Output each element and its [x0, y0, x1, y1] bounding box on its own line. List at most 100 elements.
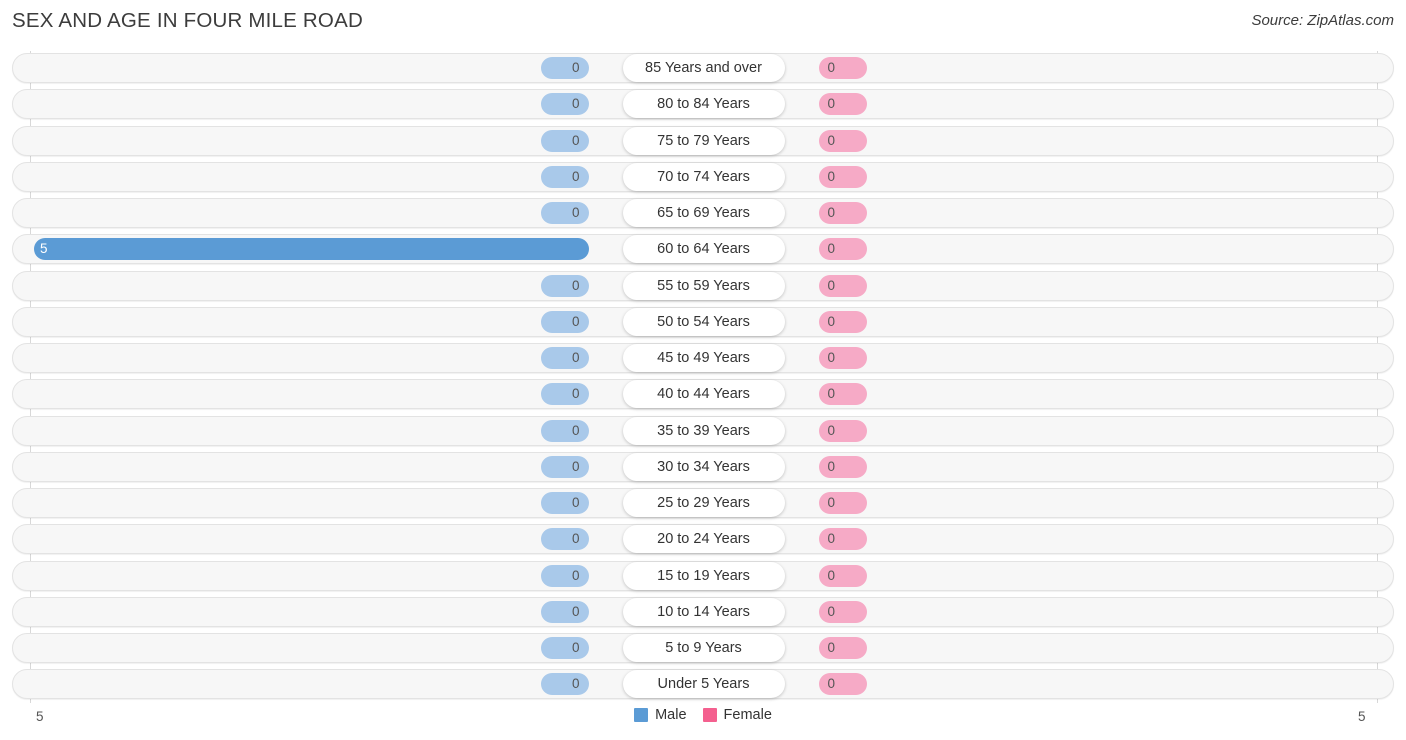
female-value-label: 0 [827, 277, 836, 293]
female-bar[interactable] [818, 310, 867, 333]
female-bar[interactable] [818, 93, 867, 116]
male-bar[interactable] [540, 528, 589, 551]
table-row[interactable]: 0 0 75 to 79 Years [12, 125, 1394, 156]
table-row[interactable]: 0 0 10 to 14 Years [12, 596, 1394, 627]
row-bars: 0 0 Under 5 Years [30, 669, 1377, 699]
row-bars: 0 0 70 to 74 Years [30, 162, 1377, 192]
age-group-label: 80 to 84 Years [622, 90, 785, 119]
male-bar[interactable] [540, 564, 589, 587]
age-group-label: 15 to 19 Years [622, 561, 785, 590]
row-bars: 0 0 80 to 84 Years [30, 89, 1377, 119]
table-row[interactable]: 5 0 60 to 64 Years [12, 234, 1394, 265]
table-row[interactable]: 0 0 65 to 69 Years [12, 198, 1394, 228]
male-bar[interactable] [540, 310, 589, 333]
male-bar[interactable] [540, 455, 589, 478]
female-value-label: 0 [827, 676, 836, 692]
male-bar[interactable] [33, 238, 589, 261]
female-bar[interactable] [818, 238, 867, 261]
row-bars: 0 0 5 to 9 Years [30, 633, 1377, 663]
table-row[interactable]: 0 0 30 to 34 Years [12, 451, 1394, 482]
table-row[interactable]: 0 0 80 to 84 Years [12, 89, 1394, 120]
male-bar[interactable] [540, 129, 589, 152]
male-bar[interactable] [540, 492, 589, 514]
female-value-label: 0 [827, 350, 836, 365]
female-value-label: 0 [827, 422, 836, 438]
female-bar[interactable] [818, 274, 867, 297]
male-value-label: 0 [571, 132, 580, 148]
female-bar[interactable] [818, 637, 867, 659]
female-value-label: 0 [827, 96, 836, 112]
male-value-label: 0 [571, 676, 580, 692]
legend-label-female: Female [723, 707, 772, 723]
age-group-label: 65 to 69 Years [622, 199, 785, 227]
age-group-label: 35 to 39 Years [622, 416, 785, 445]
age-group-label: 70 to 74 Years [622, 162, 785, 191]
table-row[interactable]: 0 0 20 to 24 Years [12, 524, 1394, 555]
row-bars: 0 0 85 Years and over [30, 53, 1377, 83]
row-bars: 0 0 35 to 39 Years [30, 416, 1377, 446]
age-group-label: 30 to 34 Years [622, 452, 785, 481]
female-value-label: 0 [827, 567, 836, 583]
male-bar[interactable] [540, 637, 589, 659]
chart-legend: Male Female [0, 707, 1406, 723]
male-value-label: 5 [40, 241, 48, 257]
chart-page: SEX AND AGE IN FOUR MILE ROAD Source: Zi… [0, 0, 1406, 740]
male-bar[interactable] [540, 274, 589, 297]
female-value-label: 0 [827, 386, 836, 402]
female-swatch-icon [702, 708, 717, 722]
table-row[interactable]: 0 0 15 to 19 Years [12, 560, 1394, 591]
female-value-label: 0 [827, 205, 836, 220]
female-bar[interactable] [818, 564, 867, 587]
female-bar[interactable] [818, 528, 867, 551]
male-value-label: 0 [571, 603, 580, 619]
male-bar[interactable] [540, 419, 589, 442]
female-value-label: 0 [827, 603, 836, 619]
table-row[interactable]: 0 0 55 to 59 Years [12, 270, 1394, 301]
male-bar[interactable] [540, 600, 589, 623]
row-bars: 0 0 65 to 69 Years [30, 198, 1377, 228]
female-bar[interactable] [818, 347, 867, 369]
female-bar[interactable] [818, 129, 867, 152]
chart-plot-area: 0 0 85 Years and over 0 0 80 to 84 Years 0 0 75 … [0, 51, 1406, 703]
age-group-label: 40 to 44 Years [622, 380, 785, 409]
row-bars: 0 0 55 to 59 Years [30, 271, 1377, 301]
table-row[interactable]: 0 0 85 Years and over [12, 53, 1394, 83]
female-bar[interactable] [818, 165, 867, 188]
age-group-label: Under 5 Years [622, 670, 785, 699]
female-bar[interactable] [818, 455, 867, 478]
male-swatch-icon [634, 708, 649, 722]
male-value-label: 0 [571, 60, 580, 75]
male-bar[interactable] [540, 347, 589, 369]
female-bar[interactable] [818, 57, 867, 79]
female-bar[interactable] [818, 419, 867, 442]
table-row[interactable]: 0 0 25 to 29 Years [12, 488, 1394, 518]
female-value-label: 0 [827, 60, 836, 75]
male-value-label: 0 [571, 277, 580, 293]
male-bar[interactable] [540, 673, 589, 696]
male-bar[interactable] [540, 57, 589, 79]
table-row[interactable]: 0 0 Under 5 Years [12, 669, 1394, 700]
male-bar[interactable] [540, 383, 589, 406]
table-row[interactable]: 0 0 45 to 49 Years [12, 343, 1394, 373]
female-value-label: 0 [827, 531, 836, 547]
male-value-label: 0 [571, 205, 580, 220]
male-bar[interactable] [540, 93, 589, 116]
female-bar[interactable] [818, 202, 867, 224]
table-row[interactable]: 0 0 70 to 74 Years [12, 161, 1394, 192]
table-row[interactable]: 0 0 50 to 54 Years [12, 306, 1394, 337]
legend-item-female[interactable]: Female [702, 707, 772, 723]
table-row[interactable]: 0 0 40 to 44 Years [12, 379, 1394, 410]
female-bar[interactable] [818, 492, 867, 514]
male-bar[interactable] [540, 165, 589, 188]
female-bar[interactable] [818, 673, 867, 696]
female-value-label: 0 [827, 640, 836, 655]
table-row[interactable]: 0 0 5 to 9 Years [12, 633, 1394, 663]
table-row[interactable]: 0 0 35 to 39 Years [12, 415, 1394, 446]
male-bar[interactable] [540, 202, 589, 224]
age-group-label: 25 to 29 Years [622, 489, 785, 517]
female-bar[interactable] [818, 600, 867, 623]
female-value-label: 0 [827, 313, 836, 329]
female-bar[interactable] [818, 383, 867, 406]
age-group-label: 45 to 49 Years [622, 344, 785, 372]
legend-item-male[interactable]: Male [634, 707, 687, 723]
